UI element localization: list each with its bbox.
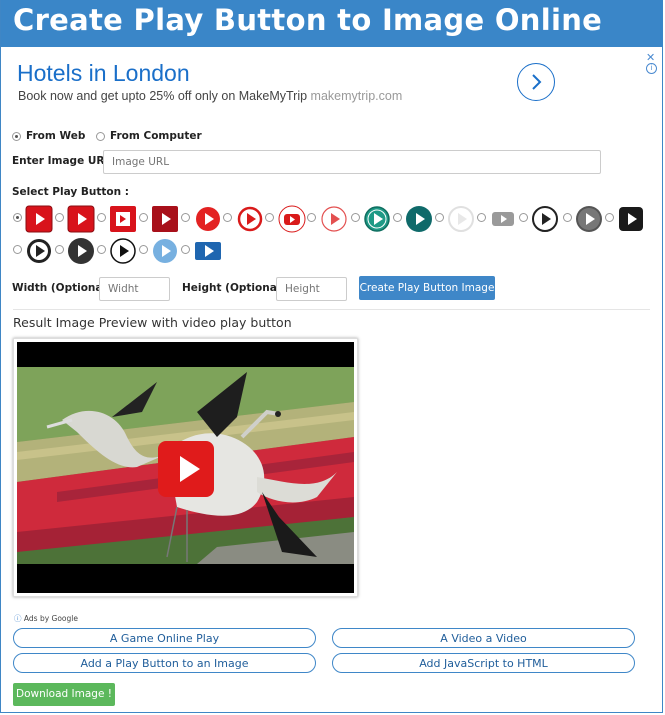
download-image-button[interactable]: Download Image ! xyxy=(13,683,115,706)
dark-gray-circle-play-icon[interactable] xyxy=(575,205,603,233)
dark-circle-play-icon[interactable] xyxy=(67,237,95,265)
play-button-radio[interactable] xyxy=(265,213,274,222)
play-button-radio[interactable] xyxy=(55,245,64,254)
play-button-radio[interactable] xyxy=(13,213,22,222)
height-input[interactable] xyxy=(276,277,347,301)
dark-teal-circle-play-icon[interactable] xyxy=(405,205,433,233)
create-play-button-image-button[interactable]: Create Play Button Image xyxy=(359,276,495,300)
from-web-radio[interactable] xyxy=(12,132,21,141)
ad-title[interactable]: Hotels in London xyxy=(17,60,190,87)
red-outline-square-play-icon[interactable] xyxy=(109,205,137,233)
play-button-radio[interactable] xyxy=(97,213,106,222)
ad-link-3[interactable]: Add a Play Button to an Image xyxy=(13,653,316,673)
play-button-radio[interactable] xyxy=(13,245,22,254)
divider xyxy=(13,309,650,310)
result-heading: Result Image Preview with video play but… xyxy=(13,315,292,330)
dark-red-square-play-icon[interactable] xyxy=(151,205,179,233)
black-square-play-icon[interactable] xyxy=(617,205,645,233)
page-title: Create Play Button to Image Online xyxy=(13,3,603,37)
info-icon: ⓘ xyxy=(14,614,22,623)
gray-rounded-rect-play-icon[interactable] xyxy=(489,205,517,233)
play-button-radio[interactable] xyxy=(563,213,572,222)
play-button-radio[interactable] xyxy=(139,245,148,254)
black-outline-circle-play-icon[interactable] xyxy=(109,237,137,265)
select-play-button-label: Select Play Button : xyxy=(12,186,129,198)
black-ring-dark-play-icon[interactable] xyxy=(25,237,53,265)
play-button-radio[interactable] xyxy=(351,213,360,222)
from-computer-radio[interactable] xyxy=(96,132,105,141)
play-button-radio[interactable] xyxy=(605,213,614,222)
preview-image xyxy=(17,342,354,593)
red-circle-play-icon[interactable] xyxy=(194,205,222,233)
ad-link-4[interactable]: Add JavaScript to HTML xyxy=(332,653,635,673)
play-button-radio[interactable] xyxy=(223,213,232,222)
site-header: Create Play Button to Image Online xyxy=(1,0,663,47)
result-preview xyxy=(13,338,358,597)
play-button-radio[interactable] xyxy=(519,213,528,222)
ad-banner[interactable]: Hotels in London Book now and get upto 2… xyxy=(1,50,661,122)
ad-subtitle-text: Book now and get upto 25% off only on Ma… xyxy=(18,89,308,103)
youtube-red-square-play-icon[interactable] xyxy=(67,205,95,233)
play-button-radio[interactable] xyxy=(55,213,64,222)
play-button-radio[interactable] xyxy=(181,245,190,254)
play-button-radio[interactable] xyxy=(181,213,190,222)
play-button-radio[interactable] xyxy=(477,213,486,222)
play-button-radio[interactable] xyxy=(139,213,148,222)
youtube-red-square-play-icon[interactable] xyxy=(25,205,53,233)
teal-circle-play-icon[interactable] xyxy=(363,205,391,233)
light-blue-circle-play-icon[interactable] xyxy=(151,237,179,265)
ad-domain: makemytrip.com xyxy=(310,89,403,103)
play-button-radio[interactable] xyxy=(393,213,402,222)
play-button-radio[interactable] xyxy=(97,245,106,254)
ads-by-google[interactable]: ⓘ Ads by Google xyxy=(14,613,78,624)
chevron-right-icon[interactable] xyxy=(517,63,555,101)
info-icon[interactable]: i xyxy=(646,63,657,74)
red-thin-ring-play-icon[interactable] xyxy=(320,205,348,233)
ad-link-2[interactable]: A Video a Video xyxy=(332,628,635,648)
from-computer-label: From Computer xyxy=(110,130,202,142)
ads-by-text: Ads by Google xyxy=(23,614,78,623)
play-button-radio[interactable] xyxy=(435,213,444,222)
black-ring-play-icon[interactable] xyxy=(531,205,559,233)
youtube-rounded-outline-play-icon[interactable] xyxy=(278,205,306,233)
from-web-label: From Web xyxy=(26,130,86,142)
play-button-radio[interactable] xyxy=(307,213,316,222)
image-url-input[interactable] xyxy=(103,150,601,174)
blue-rect-play-icon[interactable] xyxy=(194,237,222,265)
ad-link-1[interactable]: A Game Online Play xyxy=(13,628,316,648)
ad-subtitle: Book now and get upto 25% off only on Ma… xyxy=(18,89,402,103)
faded-ring-play-icon[interactable] xyxy=(447,205,475,233)
width-input[interactable] xyxy=(99,277,170,301)
red-ring-circle-play-icon[interactable] xyxy=(236,205,264,233)
